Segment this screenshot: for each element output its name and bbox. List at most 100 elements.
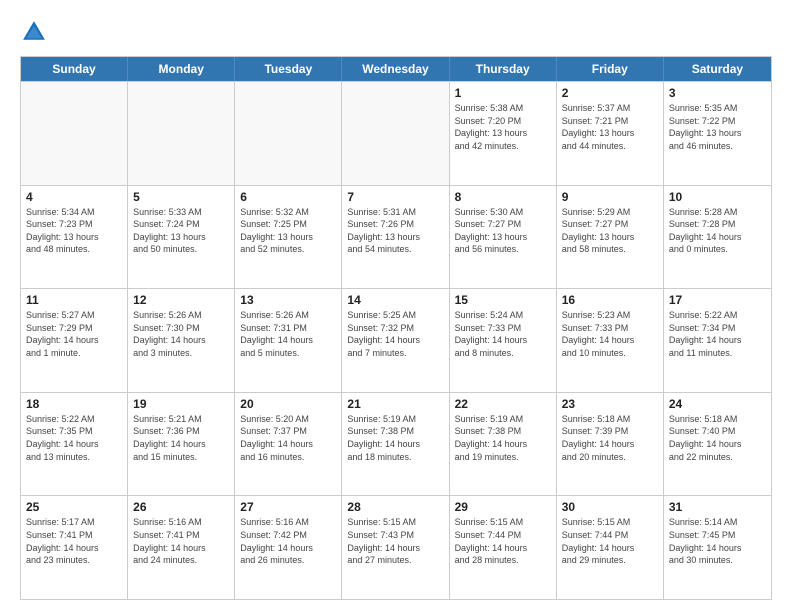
- cell-info: Sunrise: 5:25 AM Sunset: 7:32 PM Dayligh…: [347, 309, 443, 359]
- cell-info: Sunrise: 5:17 AM Sunset: 7:41 PM Dayligh…: [26, 516, 122, 566]
- day-number: 24: [669, 397, 766, 411]
- cell-info: Sunrise: 5:23 AM Sunset: 7:33 PM Dayligh…: [562, 309, 658, 359]
- day-number: 31: [669, 500, 766, 514]
- calendar-cell: 9Sunrise: 5:29 AM Sunset: 7:27 PM Daylig…: [557, 186, 664, 289]
- day-number: 11: [26, 293, 122, 307]
- calendar-cell: [235, 82, 342, 185]
- calendar-cell: 8 Sunrise: 5:30 AM Sunset: 7:27 PM Daylig…: [450, 186, 557, 289]
- day-number: 5: [133, 190, 229, 204]
- calendar-cell: 7 Sunrise: 5:31 AM Sunset: 7:26 PM Daylig…: [342, 186, 449, 289]
- calendar-cell: [21, 82, 128, 185]
- calendar-cell: 13 Sunrise: 5:26 AM Sunset: 7:31 PM Dayli…: [235, 289, 342, 392]
- day-number: 8: [455, 190, 551, 204]
- weekday-header: Saturday: [664, 57, 771, 81]
- cell-info: Sunrise: 5:19 AM Sunset: 7:38 PM Dayligh…: [347, 413, 443, 463]
- logo-icon: [20, 18, 48, 46]
- day-number: 27: [240, 500, 336, 514]
- day-number: 22: [455, 397, 551, 411]
- calendar-row: 18 Sunrise: 5:22 AM Sunset: 7:35 PM Dayli…: [21, 392, 771, 496]
- day-number: 19: [133, 397, 229, 411]
- calendar-header: SundayMondayTuesdayWednesdayThursdayFrid…: [21, 57, 771, 81]
- calendar-cell: 1 Sunrise: 5:38 AM Sunset: 7:20 PM Daylig…: [450, 82, 557, 185]
- cell-info: Sunrise: 5:35 AM Sunset: 7:22 PM Dayligh…: [669, 102, 766, 152]
- cell-info: Sunrise: 5:31 AM Sunset: 7:26 PM Dayligh…: [347, 206, 443, 256]
- cell-info: Sunrise: 5:33 AM Sunset: 7:24 PM Dayligh…: [133, 206, 229, 256]
- cell-info: Sunrise: 5:16 AM Sunset: 7:42 PM Dayligh…: [240, 516, 336, 566]
- calendar-cell: 29 Sunrise: 5:15 AM Sunset: 7:44 PM Dayli…: [450, 496, 557, 599]
- cell-info: Sunrise: 5:38 AM Sunset: 7:20 PM Dayligh…: [455, 102, 551, 152]
- day-number: 21: [347, 397, 443, 411]
- weekday-header: Monday: [128, 57, 235, 81]
- day-number: 7: [347, 190, 443, 204]
- calendar-cell: 12 Sunrise: 5:26 AM Sunset: 7:30 PM Dayli…: [128, 289, 235, 392]
- day-number: 3: [669, 86, 766, 100]
- cell-info: Sunrise: 5:28 AM Sunset: 7:28 PM Dayligh…: [669, 206, 766, 256]
- cell-info: Sunrise: 5:19 AM Sunset: 7:38 PM Dayligh…: [455, 413, 551, 463]
- calendar: SundayMondayTuesdayWednesdayThursdayFrid…: [20, 56, 772, 600]
- calendar-cell: 23 Sunrise: 5:18 AM Sunset: 7:39 PM Dayli…: [557, 393, 664, 496]
- calendar-cell: 28 Sunrise: 5:15 AM Sunset: 7:43 PM Dayli…: [342, 496, 449, 599]
- weekday-header: Wednesday: [342, 57, 449, 81]
- day-number: 2: [562, 86, 658, 100]
- calendar-cell: 18 Sunrise: 5:22 AM Sunset: 7:35 PM Dayli…: [21, 393, 128, 496]
- calendar-cell: 31 Sunrise: 5:14 AM Sunset: 7:45 PM Dayli…: [664, 496, 771, 599]
- calendar-cell: 14 Sunrise: 5:25 AM Sunset: 7:32 PM Dayli…: [342, 289, 449, 392]
- day-number: 18: [26, 397, 122, 411]
- weekday-header: Thursday: [450, 57, 557, 81]
- cell-info: Sunrise: 5:37 AM Sunset: 7:21 PM Dayligh…: [562, 102, 658, 152]
- calendar-cell: 3 Sunrise: 5:35 AM Sunset: 7:22 PM Daylig…: [664, 82, 771, 185]
- day-number: 10: [669, 190, 766, 204]
- calendar-cell: 22 Sunrise: 5:19 AM Sunset: 7:38 PM Dayli…: [450, 393, 557, 496]
- day-number: 9: [562, 190, 658, 204]
- day-number: 14: [347, 293, 443, 307]
- cell-info: Sunrise: 5:15 AM Sunset: 7:43 PM Dayligh…: [347, 516, 443, 566]
- cell-info: Sunrise: 5:18 AM Sunset: 7:39 PM Dayligh…: [562, 413, 658, 463]
- calendar-cell: 26Sunrise: 5:16 AM Sunset: 7:41 PM Dayli…: [128, 496, 235, 599]
- cell-info: Sunrise: 5:27 AM Sunset: 7:29 PM Dayligh…: [26, 309, 122, 359]
- day-number: 30: [562, 500, 658, 514]
- day-number: 17: [669, 293, 766, 307]
- weekday-header: Sunday: [21, 57, 128, 81]
- cell-info: Sunrise: 5:22 AM Sunset: 7:35 PM Dayligh…: [26, 413, 122, 463]
- calendar-cell: [128, 82, 235, 185]
- cell-info: Sunrise: 5:34 AM Sunset: 7:23 PM Dayligh…: [26, 206, 122, 256]
- calendar-cell: 5 Sunrise: 5:33 AM Sunset: 7:24 PM Daylig…: [128, 186, 235, 289]
- day-number: 28: [347, 500, 443, 514]
- day-number: 25: [26, 500, 122, 514]
- cell-info: Sunrise: 5:26 AM Sunset: 7:31 PM Dayligh…: [240, 309, 336, 359]
- calendar-row: 25 Sunrise: 5:17 AM Sunset: 7:41 PM Dayli…: [21, 495, 771, 599]
- cell-info: Sunrise: 5:20 AM Sunset: 7:37 PM Dayligh…: [240, 413, 336, 463]
- cell-info: Sunrise: 5:15 AM Sunset: 7:44 PM Dayligh…: [562, 516, 658, 566]
- calendar-cell: 10 Sunrise: 5:28 AM Sunset: 7:28 PM Dayli…: [664, 186, 771, 289]
- day-number: 26: [133, 500, 229, 514]
- cell-info: Sunrise: 5:30 AM Sunset: 7:27 PM Dayligh…: [455, 206, 551, 256]
- cell-info: Sunrise: 5:18 AM Sunset: 7:40 PM Dayligh…: [669, 413, 766, 463]
- day-number: 12: [133, 293, 229, 307]
- day-number: 6: [240, 190, 336, 204]
- weekday-header: Friday: [557, 57, 664, 81]
- day-number: 4: [26, 190, 122, 204]
- logo: [20, 18, 52, 46]
- cell-info: Sunrise: 5:14 AM Sunset: 7:45 PM Dayligh…: [669, 516, 766, 566]
- calendar-row: 4 Sunrise: 5:34 AM Sunset: 7:23 PM Daylig…: [21, 185, 771, 289]
- day-number: 15: [455, 293, 551, 307]
- cell-info: Sunrise: 5:15 AM Sunset: 7:44 PM Dayligh…: [455, 516, 551, 566]
- day-number: 20: [240, 397, 336, 411]
- day-number: 1: [455, 86, 551, 100]
- calendar-cell: 27 Sunrise: 5:16 AM Sunset: 7:42 PM Dayli…: [235, 496, 342, 599]
- weekday-header: Tuesday: [235, 57, 342, 81]
- page: SundayMondayTuesdayWednesdayThursdayFrid…: [0, 0, 792, 612]
- header: [20, 18, 772, 46]
- calendar-cell: 6Sunrise: 5:32 AM Sunset: 7:25 PM Daylig…: [235, 186, 342, 289]
- calendar-row: 1 Sunrise: 5:38 AM Sunset: 7:20 PM Daylig…: [21, 81, 771, 185]
- calendar-cell: 25 Sunrise: 5:17 AM Sunset: 7:41 PM Dayli…: [21, 496, 128, 599]
- cell-info: Sunrise: 5:26 AM Sunset: 7:30 PM Dayligh…: [133, 309, 229, 359]
- day-number: 23: [562, 397, 658, 411]
- calendar-cell: 16Sunrise: 5:23 AM Sunset: 7:33 PM Dayli…: [557, 289, 664, 392]
- calendar-cell: 19Sunrise: 5:21 AM Sunset: 7:36 PM Dayli…: [128, 393, 235, 496]
- day-number: 29: [455, 500, 551, 514]
- calendar-cell: 24 Sunrise: 5:18 AM Sunset: 7:40 PM Dayli…: [664, 393, 771, 496]
- calendar-cell: [342, 82, 449, 185]
- day-number: 13: [240, 293, 336, 307]
- calendar-cell: 17Sunrise: 5:22 AM Sunset: 7:34 PM Dayli…: [664, 289, 771, 392]
